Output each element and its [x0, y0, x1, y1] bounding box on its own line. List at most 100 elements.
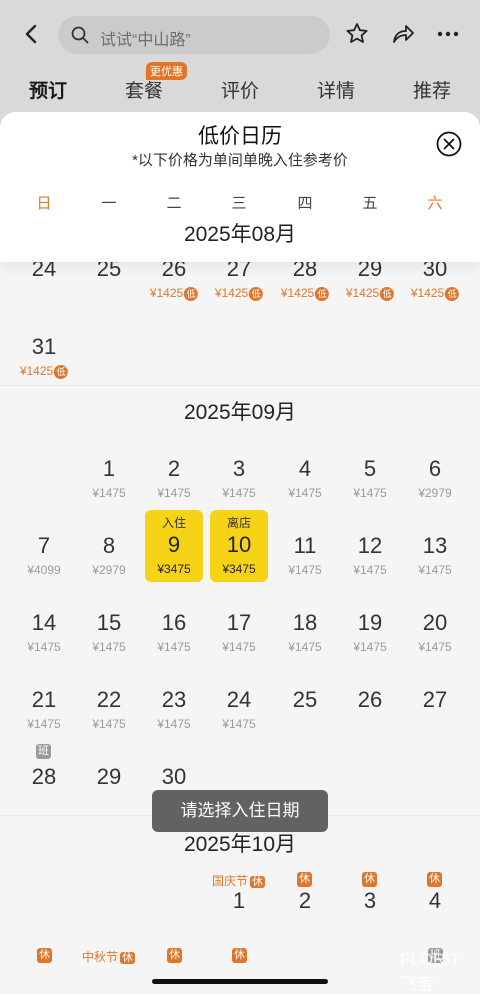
sep-day-cell[interactable]: 26 — [358, 687, 382, 713]
selected-date-cell[interactable]: 离店 10 ¥3475 — [210, 510, 268, 582]
selection-label: 入住 — [161, 516, 186, 530]
sep-day-cell[interactable]: 5 — [364, 456, 376, 482]
price-label: ¥1425 低 — [215, 286, 264, 301]
day-number: 29 — [96, 764, 122, 789]
more-icon[interactable] — [434, 20, 462, 48]
tab-package[interactable]: 套餐 — [125, 76, 163, 103]
sep-day-cell[interactable]: 3 — [233, 456, 245, 482]
oct-day-4[interactable]: 4 — [429, 888, 441, 914]
month-title-sep: 2025年09月 — [183, 401, 297, 424]
oct-day-1[interactable]: 1 — [233, 888, 245, 914]
sep-day-cell[interactable]: 17 — [227, 610, 251, 636]
share-icon[interactable] — [389, 20, 417, 48]
day-price: ¥1475 — [222, 486, 256, 500]
sep-day-cell[interactable]: 11 — [294, 533, 317, 559]
sep-day-cell[interactable]: 20 — [423, 610, 447, 636]
sep-day-cell[interactable]: 7 — [38, 533, 50, 559]
search-box[interactable]: 试试“中山路” — [58, 16, 330, 54]
sep-day-cell[interactable]: 27 — [423, 687, 447, 713]
tab-reviews[interactable]: 评价 — [221, 76, 259, 103]
day-number: 1 — [102, 456, 116, 481]
sep-day-cell[interactable]: 24 — [227, 687, 251, 713]
sep-day-cell[interactable]: 14 — [32, 610, 56, 636]
sep-day-cell[interactable]: 6 — [429, 456, 441, 482]
sheet-header: 低价日历 *以下价格为单间单晚入住参考价 日 一 二 三 四 五 六 2025年… — [0, 112, 480, 262]
day-price: ¥1475 — [222, 640, 256, 654]
day-price: ¥1475 — [288, 563, 322, 577]
search-placeholder: 试试“中山路” — [100, 32, 191, 49]
price-label: ¥1425 低 — [411, 286, 460, 301]
back-arrow-icon[interactable] — [18, 20, 46, 48]
day-number: 15 — [96, 610, 122, 635]
tab-recommend[interactable]: 推荐 — [413, 76, 451, 103]
sep-day-cell[interactable]: 16 — [162, 610, 186, 636]
sep-day-cell[interactable]: 13 — [423, 533, 447, 559]
favorite-star-icon[interactable] — [343, 20, 371, 48]
day-price: ¥1475 — [222, 717, 256, 731]
day-number: 20 — [422, 610, 448, 635]
oct-day-2[interactable]: 2 — [299, 888, 311, 914]
sep-day-cell[interactable]: 19 — [358, 610, 382, 636]
sep-day-cell[interactable]: 1 — [103, 456, 115, 482]
day-number: 8 — [102, 533, 116, 558]
sep-day-cell[interactable]: 22 — [97, 687, 121, 713]
rest-tag: 休 — [232, 948, 247, 963]
weekday-wed: 三 — [231, 195, 247, 212]
rest-tag: 休 — [427, 872, 442, 887]
sep-day-cell[interactable]: 4 — [299, 456, 311, 482]
rest-tag: 休 — [37, 948, 52, 963]
nav-tabs: 预订 套餐 评价 详情 推荐 — [0, 68, 480, 112]
sep-day-cell[interactable]: 12 — [358, 533, 382, 559]
sep-day-cell[interactable]: 28 — [32, 764, 56, 790]
day-number: 13 — [422, 533, 448, 558]
rest-tag: 休 — [362, 872, 377, 887]
sep-day-cell[interactable]: 29 — [97, 764, 121, 790]
festival-mid-autumn: 中秋节休 — [82, 950, 136, 964]
search-icon — [71, 26, 89, 44]
day-price: ¥1475 — [157, 486, 191, 500]
day-price: ¥3475 — [157, 562, 191, 576]
weekday-mon: 一 — [101, 195, 117, 212]
day-number: 16 — [161, 610, 187, 635]
day-number: 24 — [226, 687, 252, 712]
tab-details[interactable]: 详情 — [317, 76, 355, 103]
sheet-title: 低价日历 — [198, 125, 282, 148]
sep-day-cell[interactable]: 21 — [32, 687, 56, 713]
home-indicator[interactable] — [152, 979, 328, 984]
sep-day-cell[interactable]: 30 — [162, 764, 186, 790]
close-icon[interactable] — [436, 131, 462, 157]
sep-day-cell[interactable]: 23 — [162, 687, 186, 713]
sep-day-cell[interactable]: 18 — [293, 610, 317, 636]
weekday-sun: 日 — [36, 195, 52, 212]
sep-day-cell[interactable]: 2 — [168, 456, 180, 482]
sep-day-cell[interactable]: 25 — [293, 687, 317, 713]
day-price: ¥1475 — [418, 563, 452, 577]
price-label: ¥1425 低 — [281, 286, 330, 301]
day-number: 7 — [37, 533, 51, 558]
month-title-oct: 2025年10月 — [183, 833, 297, 856]
price-label: ¥1425 低 — [150, 286, 199, 301]
low-price-tag: 低 — [315, 287, 330, 301]
day-price: ¥1475 — [157, 640, 191, 654]
day-number: 18 — [292, 610, 318, 635]
tab-booking[interactable]: 预订 — [29, 76, 67, 103]
sep-day-cell[interactable]: 15 — [97, 610, 121, 636]
aug-day-31[interactable]: 31 — [32, 334, 56, 360]
rest-tag: 休 — [120, 952, 136, 964]
day-price: ¥1475 — [92, 640, 126, 654]
day-price: ¥1475 — [92, 486, 126, 500]
oct-day-3[interactable]: 3 — [364, 888, 376, 914]
sheet-subtitle: *以下价格为单间单晚入住参考价 — [132, 152, 348, 169]
day-number: 17 — [226, 610, 252, 635]
day-number: 22 — [96, 687, 122, 712]
selected-date-cell[interactable]: 入住 9 ¥3475 — [145, 510, 203, 582]
sticky-month-title: 2025年08月 — [183, 223, 297, 246]
day-price: ¥3475 — [222, 562, 256, 576]
price-label: ¥1425 低 — [20, 364, 69, 379]
watermark: FLORIT 飞客 — [400, 950, 461, 994]
day-number: 11 — [293, 533, 317, 558]
day-price: ¥1475 — [288, 640, 322, 654]
weekday-fri: 五 — [362, 195, 378, 212]
sep-day-cell[interactable]: 8 — [103, 533, 115, 559]
work-day-tag: 班 — [36, 744, 51, 759]
